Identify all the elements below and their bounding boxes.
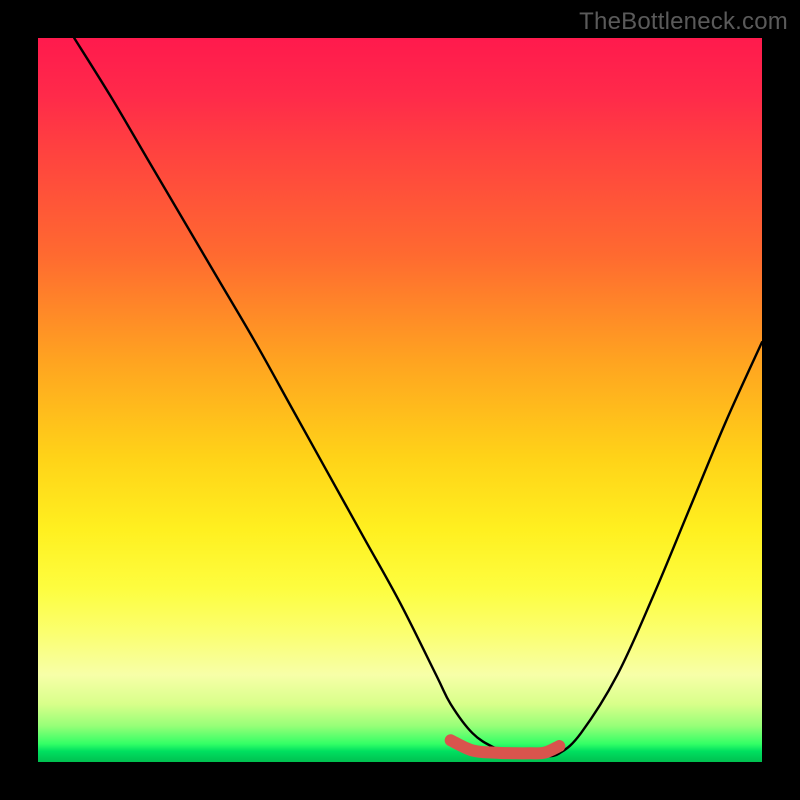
- plot-area: [38, 38, 762, 762]
- chart-frame: TheBottleneck.com: [0, 0, 800, 800]
- chart-svg: [38, 38, 762, 762]
- optimal-range-marker: [451, 740, 560, 753]
- bottleneck-curve: [74, 38, 762, 757]
- watermark-text: TheBottleneck.com: [579, 8, 788, 36]
